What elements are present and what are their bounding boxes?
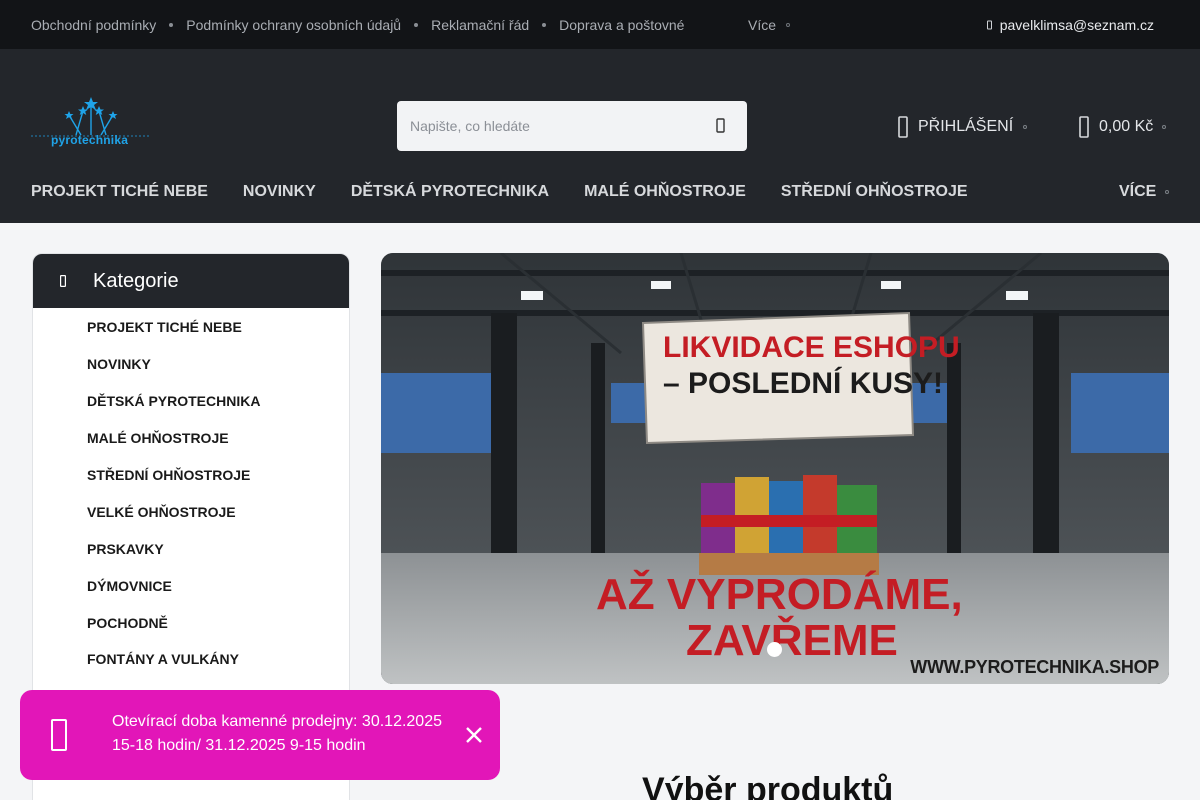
nav-item-detska-pyrotechnika[interactable]: DĚTSKÁ PYROTECHNIKA <box>351 183 549 201</box>
cart-total: 0,00 Kč <box>1099 118 1154 135</box>
category-item[interactable]: PROJEKT TICHÉ NEBE <box>33 309 349 346</box>
category-item[interactable]: STŘEDNÍ OHŇOSTROJE <box>33 457 349 494</box>
logo[interactable]: pyrotechnika <box>31 97 151 153</box>
category-list: PROJEKT TICHÉ NEBE NOVINKY DĚTSKÁ PYROTE… <box>33 308 349 715</box>
top-link-terms[interactable]: Obchodní podmínky <box>31 17 156 33</box>
nav-item-male-ohnostroje[interactable]: MALÉ OHŇOSTROJE <box>584 183 746 201</box>
category-title: Kategorie <box>93 269 179 292</box>
separator-dot <box>414 22 419 27</box>
login-label: PŘIHLÁŠENÍ <box>918 118 1014 135</box>
user-icon <box>898 116 908 138</box>
floor-text-line-2: ZAVŘEME <box>686 615 898 665</box>
nav-more-dropdown[interactable]: VÍCE <box>1119 173 1170 211</box>
nav-item-novinky[interactable]: NOVINKY <box>243 183 316 201</box>
category-item[interactable]: NOVINKY <box>33 346 349 383</box>
warehouse-banner-image: LIKVIDACE ESHOPU – POSLEDNÍ KUSY! AŽ VYP… <box>381 253 1169 684</box>
top-link-complaints[interactable]: Reklamační řád <box>431 17 529 33</box>
chevron-down-icon <box>786 22 791 27</box>
email-link[interactable]: pavelklimsa@seznam.cz <box>986 0 1154 49</box>
separator-dot <box>169 22 174 27</box>
chevron-down-icon <box>1023 125 1028 129</box>
section-title: Výběr produktů <box>642 771 894 800</box>
nav-item-stredni-ohnostroje[interactable]: STŘEDNÍ OHŇOSTROJE <box>781 183 968 201</box>
top-link-privacy[interactable]: Podmínky ochrany osobních údajů <box>186 17 401 33</box>
site-header: pyrotechnika PŘIHLÁŠENÍ 0,00 Kč PROJEKT … <box>0 49 1200 223</box>
logo-text: pyrotechnika <box>51 133 129 147</box>
main-nav: PROJEKT TICHÉ NEBE NOVINKY DĚTSKÁ PYROTE… <box>31 173 1003 211</box>
nav-item-projekt-tiche-nebe[interactable]: PROJEKT TICHÉ NEBE <box>31 183 208 201</box>
top-link-shipping[interactable]: Doprava a poštovné <box>559 17 684 33</box>
carousel-dot-active[interactable] <box>767 642 782 657</box>
search-input[interactable] <box>397 101 697 151</box>
category-item[interactable]: POCHODNĚ <box>33 604 349 641</box>
chevron-down-icon <box>1162 125 1167 129</box>
chevron-down-icon <box>1165 190 1170 194</box>
login-button[interactable]: PŘIHLÁŠENÍ <box>898 113 1028 141</box>
search-icon[interactable] <box>711 116 731 136</box>
category-item[interactable]: DÝMOVNICE <box>33 567 349 604</box>
category-item[interactable]: VELKÉ OHŇOSTROJE <box>33 493 349 530</box>
envelope-icon <box>986 20 992 29</box>
top-more-label: Více <box>748 16 777 33</box>
email-text: pavelklimsa@seznam.cz <box>999 16 1154 33</box>
category-item[interactable]: FONTÁNY A VULKÁNY <box>33 641 349 678</box>
info-icon <box>51 719 67 751</box>
sign-line-1: LIKVIDACE ESHOPU <box>663 331 960 364</box>
cart-button[interactable]: 0,00 Kč <box>1079 113 1167 141</box>
fireworks-logo-icon <box>31 97 151 137</box>
category-header[interactable]: Kategorie <box>33 254 349 308</box>
close-icon[interactable] <box>464 725 484 745</box>
top-more-dropdown[interactable]: Více <box>748 0 791 49</box>
floor-text-line-1: AŽ VYPRODÁME, <box>596 569 963 619</box>
category-item[interactable]: PRSKAVKY <box>33 530 349 567</box>
top-bar: Obchodní podmínky Podmínky ochrany osobn… <box>0 0 1200 49</box>
separator-dot <box>542 22 547 27</box>
sign-line-2: – POSLEDNÍ KUSY! <box>663 366 943 400</box>
category-item[interactable]: DĚTSKÁ PYROTECHNIKA <box>33 383 349 420</box>
menu-icon <box>33 275 93 287</box>
top-links: Obchodní podmínky Podmínky ochrany osobn… <box>31 0 684 49</box>
hero-banner[interactable]: LIKVIDACE ESHOPU – POSLEDNÍ KUSY! AŽ VYP… <box>381 253 1169 684</box>
category-item[interactable]: MALÉ OHŇOSTROJE <box>33 420 349 457</box>
notification-toast: Otevírací doba kamenné prodejny: 30.12.2… <box>20 690 500 780</box>
notification-text: Otevírací doba kamenné prodejny: 30.12.2… <box>112 713 442 754</box>
search-box <box>397 101 747 151</box>
nav-more-label: VÍCE <box>1119 183 1157 200</box>
banner-url: WWW.PYROTECHNIKA.SHOP <box>910 657 1159 677</box>
cart-icon <box>1079 116 1089 138</box>
